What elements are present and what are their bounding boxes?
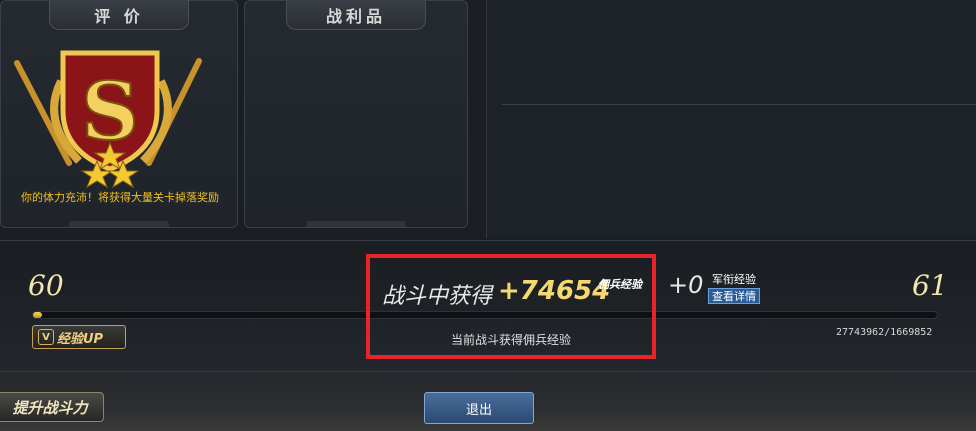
grade-emblem: S [14,50,202,189]
exp-up-badge[interactable]: V 经验UP [32,325,126,349]
loot-panel: 战利品 [244,0,468,228]
battle-exp-amount: +74654 [498,276,611,306]
battle-exp-label: 战斗中获得 [382,284,493,309]
exit-button[interactable]: 退出 [424,392,534,424]
divider-line [502,104,976,105]
exp-up-label: 经验UP [57,331,104,347]
panel-foot [306,221,406,227]
battle-exp-tag: 佣兵经验 [598,278,642,291]
battle-exp-subtitle: 当前战斗获得佣兵经验 [450,333,571,347]
loot-panel-title: 战利品 [286,0,426,30]
rank-exp-label: 军衔经验 [712,273,756,286]
rank-exp-amount: +0 [668,271,704,299]
rating-panel: 评 价 S 你的体力充沛！将获得大量关卡掉落奖励 [0,0,238,228]
battle-exp-highlight: 战斗中获得 +74654 佣兵经验 当前战斗获得佣兵经验 [366,254,656,359]
right-area [486,0,976,238]
stamina-message: 你的体力充沛！将获得大量关卡掉落奖励 [21,191,219,204]
next-level: 61 [912,269,948,302]
exp-counter: 27743962/1669852 [836,327,933,338]
experience-bar-fill [33,312,43,318]
experience-panel: 60 61 V 经验UP 战斗中获得 +74654 佣兵经验 当前战斗获得佣兵经… [0,240,976,372]
panel-foot [69,221,169,227]
chevron-badge-icon: V [38,329,54,345]
boost-power-button[interactable]: 提升战斗力 [0,392,104,422]
view-details-button[interactable]: 查看详情 [708,288,760,304]
current-level: 60 [28,269,64,302]
